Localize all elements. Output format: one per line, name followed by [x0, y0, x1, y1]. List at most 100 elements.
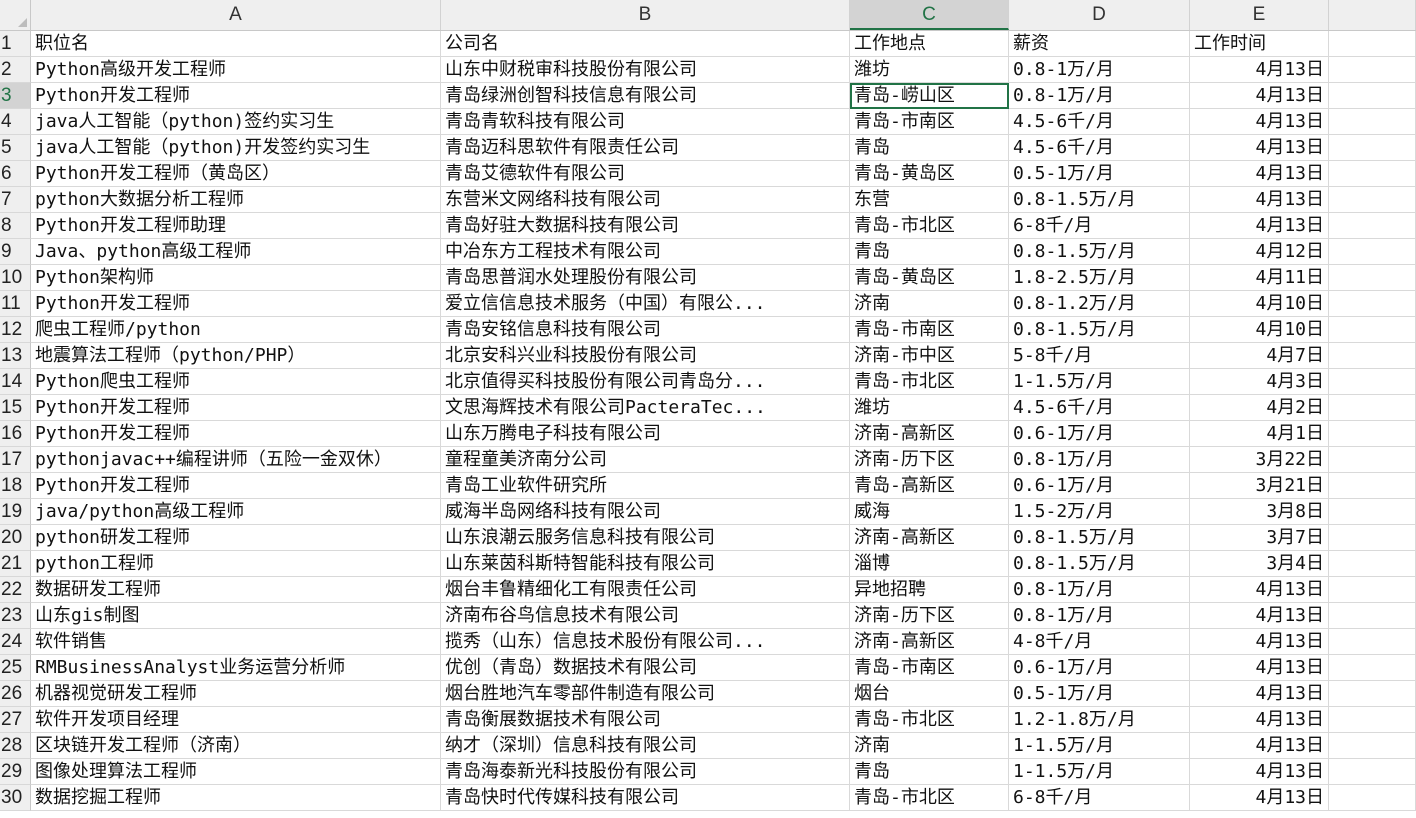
- salary-cell[interactable]: 1-1.5万/月: [1009, 369, 1190, 395]
- empty-cell[interactable]: [1329, 291, 1416, 317]
- empty-cell[interactable]: [1329, 109, 1416, 135]
- location-cell[interactable]: 济南-历下区: [850, 447, 1009, 473]
- date-cell[interactable]: 4月2日: [1190, 395, 1329, 421]
- job-title-cell[interactable]: 机器视觉研发工程师: [31, 681, 441, 707]
- row-header[interactable]: 28: [0, 733, 31, 759]
- location-cell[interactable]: 威海: [850, 499, 1009, 525]
- location-cell[interactable]: 青岛-崂山区: [850, 83, 1009, 109]
- date-cell[interactable]: 4月3日: [1190, 369, 1329, 395]
- company-cell[interactable]: 山东万腾电子科技有限公司: [441, 421, 850, 447]
- empty-cell[interactable]: [1329, 577, 1416, 603]
- job-title-cell[interactable]: Python开发工程师: [31, 83, 441, 109]
- date-cell[interactable]: 4月13日: [1190, 707, 1329, 733]
- location-cell[interactable]: 青岛: [850, 239, 1009, 265]
- job-title-cell[interactable]: Python开发工程师助理: [31, 213, 441, 239]
- empty-cell[interactable]: [1329, 317, 1416, 343]
- job-title-cell[interactable]: Python架构师: [31, 265, 441, 291]
- row-header[interactable]: 9: [0, 239, 31, 265]
- job-title-cell[interactable]: 地震算法工程师（python/PHP）: [31, 343, 441, 369]
- job-title-cell[interactable]: java人工智能（python)开发签约实习生: [31, 135, 441, 161]
- salary-cell[interactable]: 5-8千/月: [1009, 343, 1190, 369]
- date-cell[interactable]: 4月13日: [1190, 187, 1329, 213]
- column-header-F[interactable]: [1329, 0, 1416, 30]
- company-cell[interactable]: 青岛好驻大数据科技有限公司: [441, 213, 850, 239]
- job-title-cell[interactable]: 软件开发项目经理: [31, 707, 441, 733]
- job-title-cell[interactable]: Python高级开发工程师: [31, 57, 441, 83]
- header-cell[interactable]: 公司名: [441, 31, 850, 57]
- location-cell[interactable]: 青岛-黄岛区: [850, 161, 1009, 187]
- date-cell[interactable]: 4月1日: [1190, 421, 1329, 447]
- salary-cell[interactable]: 0.6-1万/月: [1009, 655, 1190, 681]
- job-title-cell[interactable]: Python开发工程师: [31, 395, 441, 421]
- location-cell[interactable]: 潍坊: [850, 57, 1009, 83]
- date-cell[interactable]: 4月13日: [1190, 135, 1329, 161]
- job-title-cell[interactable]: python大数据分析工程师: [31, 187, 441, 213]
- job-title-cell[interactable]: 数据挖掘工程师: [31, 785, 441, 811]
- header-cell[interactable]: [1329, 31, 1416, 57]
- row-header[interactable]: 11: [0, 291, 31, 317]
- date-cell[interactable]: 4月13日: [1190, 109, 1329, 135]
- row-header[interactable]: 7: [0, 187, 31, 213]
- company-cell[interactable]: 山东莱茵科斯特智能科技有限公司: [441, 551, 850, 577]
- salary-cell[interactable]: 0.8-1万/月: [1009, 83, 1190, 109]
- date-cell[interactable]: 3月7日: [1190, 525, 1329, 551]
- row-header[interactable]: 2: [0, 57, 31, 83]
- date-cell[interactable]: 4月10日: [1190, 291, 1329, 317]
- company-cell[interactable]: 文思海辉技术有限公司PacteraTec...: [441, 395, 850, 421]
- empty-cell[interactable]: [1329, 447, 1416, 473]
- empty-cell[interactable]: [1329, 655, 1416, 681]
- empty-cell[interactable]: [1329, 759, 1416, 785]
- company-cell[interactable]: 青岛迈科思软件有限责任公司: [441, 135, 850, 161]
- company-cell[interactable]: 烟台胜地汽车零部件制造有限公司: [441, 681, 850, 707]
- job-title-cell[interactable]: python研发工程师: [31, 525, 441, 551]
- row-header[interactable]: 12: [0, 317, 31, 343]
- company-cell[interactable]: 济南布谷鸟信息技术有限公司: [441, 603, 850, 629]
- empty-cell[interactable]: [1329, 161, 1416, 187]
- date-cell[interactable]: 4月7日: [1190, 343, 1329, 369]
- empty-cell[interactable]: [1329, 421, 1416, 447]
- date-cell[interactable]: 4月13日: [1190, 655, 1329, 681]
- empty-cell[interactable]: [1329, 785, 1416, 811]
- job-title-cell[interactable]: Python开发工程师: [31, 473, 441, 499]
- company-cell[interactable]: 青岛衡展数据技术有限公司: [441, 707, 850, 733]
- date-cell[interactable]: 4月13日: [1190, 213, 1329, 239]
- company-cell[interactable]: 山东中财税审科技股份有限公司: [441, 57, 850, 83]
- date-cell[interactable]: 3月8日: [1190, 499, 1329, 525]
- job-title-cell[interactable]: java人工智能（python)签约实习生: [31, 109, 441, 135]
- company-cell[interactable]: 青岛绿洲创智科技信息有限公司: [441, 83, 850, 109]
- salary-cell[interactable]: 4.5-6千/月: [1009, 395, 1190, 421]
- row-header[interactable]: 4: [0, 109, 31, 135]
- row-header[interactable]: 16: [0, 421, 31, 447]
- salary-cell[interactable]: 0.8-1.5万/月: [1009, 239, 1190, 265]
- job-title-cell[interactable]: 山东gis制图: [31, 603, 441, 629]
- empty-cell[interactable]: [1329, 239, 1416, 265]
- location-cell[interactable]: 济南-历下区: [850, 603, 1009, 629]
- job-title-cell[interactable]: Java、python高级工程师: [31, 239, 441, 265]
- column-header-B[interactable]: B: [441, 0, 850, 30]
- location-cell[interactable]: 济南: [850, 291, 1009, 317]
- company-cell[interactable]: 烟台丰鲁精细化工有限责任公司: [441, 577, 850, 603]
- column-header-E[interactable]: E: [1190, 0, 1329, 30]
- header-cell[interactable]: 职位名: [31, 31, 441, 57]
- location-cell[interactable]: 青岛-市北区: [850, 213, 1009, 239]
- job-title-cell[interactable]: 爬虫工程师/python: [31, 317, 441, 343]
- company-cell[interactable]: 优创（青岛）数据技术有限公司: [441, 655, 850, 681]
- job-title-cell[interactable]: python工程师: [31, 551, 441, 577]
- salary-cell[interactable]: 4.5-6千/月: [1009, 109, 1190, 135]
- company-cell[interactable]: 青岛青软科技有限公司: [441, 109, 850, 135]
- company-cell[interactable]: 山东浪潮云服务信息科技有限公司: [441, 525, 850, 551]
- salary-cell[interactable]: 0.8-1万/月: [1009, 447, 1190, 473]
- empty-cell[interactable]: [1329, 499, 1416, 525]
- job-title-cell[interactable]: RMBusinessAnalyst业务运营分析师: [31, 655, 441, 681]
- empty-cell[interactable]: [1329, 135, 1416, 161]
- date-cell[interactable]: 4月11日: [1190, 265, 1329, 291]
- empty-cell[interactable]: [1329, 343, 1416, 369]
- location-cell[interactable]: 济南: [850, 733, 1009, 759]
- salary-cell[interactable]: 0.5-1万/月: [1009, 681, 1190, 707]
- empty-cell[interactable]: [1329, 603, 1416, 629]
- date-cell[interactable]: 4月13日: [1190, 629, 1329, 655]
- date-cell[interactable]: 4月10日: [1190, 317, 1329, 343]
- location-cell[interactable]: 青岛-市北区: [850, 785, 1009, 811]
- salary-cell[interactable]: 0.5-1万/月: [1009, 161, 1190, 187]
- select-all-corner[interactable]: [0, 0, 31, 30]
